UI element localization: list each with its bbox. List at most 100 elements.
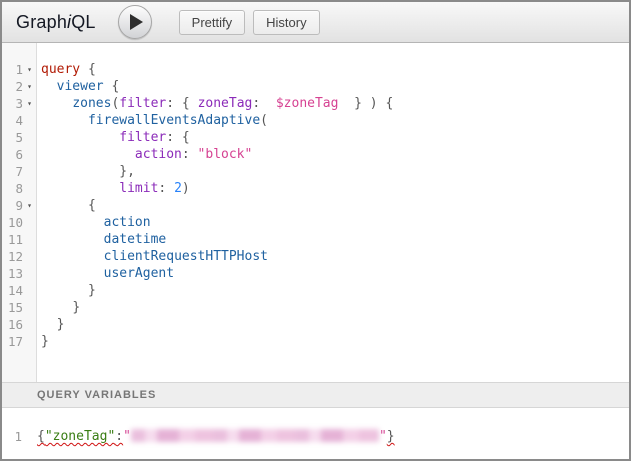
gutter-line: 11 (2, 231, 36, 248)
token-text (41, 96, 72, 111)
token-text (41, 198, 88, 213)
code-line: zones(filter: { zoneTag: $zoneTag } ) { (41, 95, 629, 112)
gutter-line: 12 (2, 248, 36, 265)
code-line: } (41, 316, 629, 333)
token-punc: : (166, 130, 174, 145)
gutter-line: 9▾ (2, 197, 36, 214)
token-text (190, 96, 198, 111)
token-text (41, 249, 104, 264)
fold-arrow-icon[interactable]: ▾ (23, 197, 36, 214)
token-punc: }, (119, 164, 135, 179)
query-gutter: 1▾2▾3▾456789▾1011121314151617 (2, 43, 37, 382)
graphiql-logo: GraphiQL (16, 12, 96, 33)
token-prop: action (104, 215, 151, 230)
line-number: 17 (2, 333, 23, 350)
gutter-line: 1▾ (2, 61, 36, 78)
token-punc: } (88, 283, 96, 298)
token-punc: } (41, 334, 49, 349)
token-text (260, 96, 276, 111)
token-punc: { (37, 429, 45, 444)
code-line: {"zoneTag":""} (37, 428, 629, 445)
token-text (41, 283, 88, 298)
history-button[interactable]: History (253, 10, 319, 35)
line-number: 5 (2, 129, 23, 146)
fold-arrow-icon[interactable]: ▾ (23, 78, 36, 95)
code-line: firewallEventsAdaptive( (41, 112, 629, 129)
token-prop: userAgent (104, 266, 174, 281)
execute-query-button[interactable] (118, 5, 152, 39)
line-number: 1 (2, 61, 23, 78)
token-text (190, 147, 198, 162)
gutter-line: 16 (2, 316, 36, 333)
token-text (174, 96, 182, 111)
prettify-button[interactable]: Prettify (179, 10, 245, 35)
gutter-line: 17 (2, 333, 36, 350)
code-line: } (41, 299, 629, 316)
gutter-line: 8 (2, 180, 36, 197)
query-variables-title: QUERY VARIABLES (37, 389, 156, 401)
code-line: } (41, 333, 629, 350)
fold-arrow-icon[interactable]: ▾ (23, 61, 36, 78)
code-line: viewer { (41, 78, 629, 95)
token-punc: { (385, 96, 393, 111)
variables-code[interactable]: {"zoneTag":""} (30, 408, 629, 459)
token-attr: limit (119, 181, 158, 196)
line-number: 8 (2, 180, 23, 197)
logo-text-ql: QL (71, 12, 95, 32)
token-punc: } (57, 317, 65, 332)
token-str: "block" (198, 147, 253, 162)
token-punc: ( (260, 113, 268, 128)
token-str: " (379, 429, 387, 444)
token-attr: zoneTag (198, 96, 253, 111)
line-number: 3 (2, 95, 23, 112)
fold-arrow-icon[interactable]: ▾ (23, 95, 36, 112)
line-number: 13 (2, 265, 23, 282)
line-number: 4 (2, 112, 23, 129)
gutter-line: 14 (2, 282, 36, 299)
token-kw: query (41, 62, 80, 77)
gutter-line: 4 (2, 112, 36, 129)
code-line: action (41, 214, 629, 231)
line-number: 2 (2, 78, 23, 95)
gutter-line: 15 (2, 299, 36, 316)
variables-editor[interactable]: 1 {"zoneTag":""} (2, 408, 629, 459)
line-number: 9 (2, 197, 23, 214)
query-variables-header[interactable]: QUERY VARIABLES (2, 382, 629, 408)
token-punc: : (252, 96, 260, 111)
query-editor[interactable]: 1▾2▾3▾456789▾1011121314151617 query { vi… (2, 43, 629, 382)
token-punc: } (387, 429, 395, 444)
token-punc: : (166, 96, 174, 111)
gutter-line: 1 (2, 428, 30, 445)
token-text (41, 79, 57, 94)
token-attr: action (135, 147, 182, 162)
token-prop: firewallEventsAdaptive (88, 113, 260, 128)
gutter-line: 2▾ (2, 78, 36, 95)
token-str: " (123, 429, 131, 444)
token-prop: datetime (104, 232, 167, 247)
line-number: 12 (2, 248, 23, 265)
token-punc: : (182, 147, 190, 162)
token-punc: ) (182, 181, 190, 196)
line-number: 15 (2, 299, 23, 316)
line-number: 1 (2, 428, 22, 445)
token-text (362, 96, 370, 111)
gutter-line: 10 (2, 214, 36, 231)
gutter-line: 3▾ (2, 95, 36, 112)
code-line: }, (41, 163, 629, 180)
token-punc: : (115, 429, 123, 444)
redacted-zone-tag-value (131, 429, 379, 442)
code-line: userAgent (41, 265, 629, 282)
token-attr: filter (119, 96, 166, 111)
token-punc: { (111, 79, 119, 94)
query-code[interactable]: query { viewer { zones(filter: { zoneTag… (37, 43, 629, 382)
token-text (41, 164, 119, 179)
token-punc: { (182, 130, 190, 145)
gutter-line: 5 (2, 129, 36, 146)
token-text (41, 147, 135, 162)
token-vprop: "zoneTag" (45, 429, 115, 444)
token-text (80, 62, 88, 77)
logo-text-graph: Graph (16, 12, 67, 32)
line-number: 6 (2, 146, 23, 163)
token-text (41, 113, 88, 128)
token-text (41, 300, 72, 315)
